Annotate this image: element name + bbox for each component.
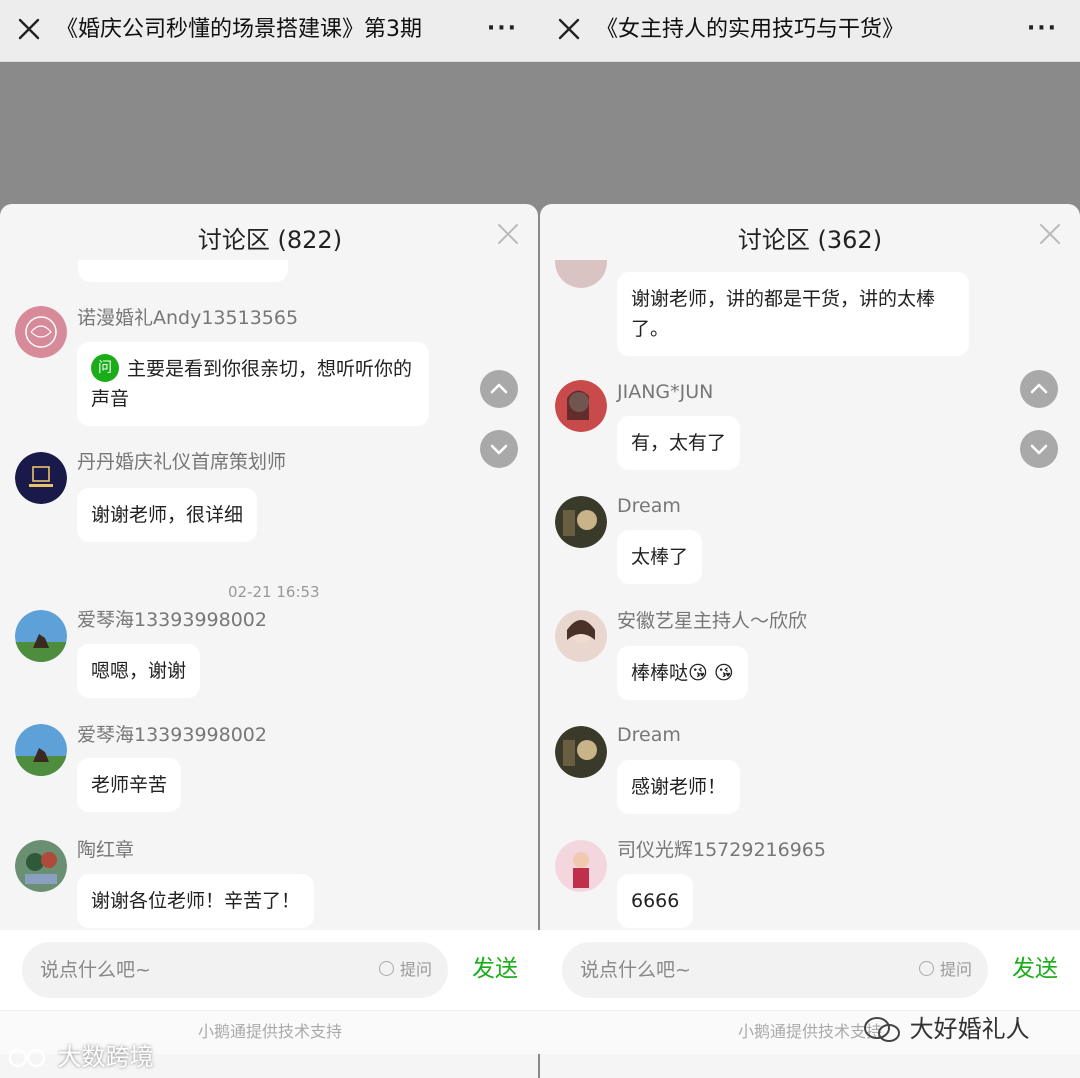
message-bubble: 谢谢老师，讲的都是干货，讲的太棒了。 bbox=[617, 272, 969, 356]
left-panel: 《婚庆公司秒懂的场景搭建课》第3期 ··· 讨论区 (822) 诺漫婚礼Andy… bbox=[0, 0, 540, 1078]
ask-label: 提问 bbox=[939, 960, 972, 979]
message-text: 主要是看到你很亲切，想听听你的声音 bbox=[91, 358, 413, 410]
message-bubble: 有，太有了 bbox=[617, 416, 741, 470]
input-placeholder: 说点什么吧~ bbox=[40, 959, 151, 981]
right-panel: 《女主持人的实用技巧与干货》 ··· 讨论区 (362) 谢谢老师，讲的都是干货… bbox=[540, 0, 1080, 1078]
message-text: 老师辛苦 bbox=[91, 774, 168, 796]
avatar[interactable] bbox=[15, 840, 67, 892]
scroll-down-button[interactable] bbox=[1020, 430, 1058, 468]
message-text: 感谢老师！ bbox=[631, 776, 727, 798]
message-text: 嗯嗯，谢谢 bbox=[91, 660, 187, 682]
message-list: 谢谢老师，讲的都是干货，讲的太棒了。 JIANG*JUN 有，太有了 Dream… bbox=[540, 260, 1080, 930]
avatar[interactable] bbox=[15, 724, 67, 776]
avatar[interactable] bbox=[555, 726, 607, 778]
more-options-icon[interactable]: ··· bbox=[1027, 18, 1058, 40]
scroll-up-button[interactable] bbox=[1020, 370, 1058, 408]
message-bubble: 6666 bbox=[617, 874, 694, 928]
watermark-bottom-right: 大好婚礼人 bbox=[862, 1014, 1030, 1045]
message-text: 棒棒哒😘 😘 bbox=[631, 662, 734, 684]
close-icon[interactable] bbox=[14, 14, 44, 44]
avatar[interactable] bbox=[555, 380, 607, 432]
ask-toggle[interactable]: 提问 bbox=[378, 958, 432, 982]
username: 安徽艺星主持人～欣欣 bbox=[617, 610, 808, 632]
message-list: 诺漫婚礼Andy13513565 问主要是看到你很亲切，想听听你的声音 丹丹婚庆… bbox=[0, 260, 540, 930]
username: JIANG*JUN bbox=[617, 381, 714, 403]
avatar[interactable] bbox=[15, 306, 67, 358]
input-placeholder: 说点什么吧~ bbox=[580, 959, 691, 981]
username: 诺漫婚礼Andy13513565 bbox=[77, 307, 299, 329]
chevron-up-icon bbox=[1030, 383, 1048, 394]
message-text: 6666 bbox=[631, 890, 680, 912]
brand-logo-icon bbox=[8, 1048, 46, 1068]
video-area bbox=[0, 62, 540, 212]
avatar[interactable] bbox=[15, 610, 67, 662]
username: Dream bbox=[617, 495, 681, 517]
message-bubble: 谢谢老师，很详细 bbox=[77, 488, 258, 542]
chevron-up-icon bbox=[490, 383, 508, 394]
message-bubble: 感谢老师！ bbox=[617, 760, 741, 814]
sheet-close-icon[interactable] bbox=[496, 222, 520, 246]
ask-label: 提问 bbox=[399, 960, 432, 979]
username: 爱琴海13393998002 bbox=[77, 609, 267, 631]
wechat-icon bbox=[864, 1017, 900, 1042]
ask-toggle[interactable]: 提问 bbox=[918, 958, 972, 982]
tech-support-text: 小鹅通提供技术支持 bbox=[197, 1022, 342, 1041]
send-button[interactable]: 发送 bbox=[1012, 952, 1058, 986]
username: 爱琴海13393998002 bbox=[77, 724, 267, 746]
comment-input[interactable]: 说点什么吧~ 提问 bbox=[22, 942, 448, 998]
avatar[interactable] bbox=[555, 260, 607, 288]
scroll-up-button[interactable] bbox=[480, 370, 518, 408]
discussion-sheet: 讨论区 (822) 诺漫婚礼Andy13513565 问主要是看到你很亲切，想听… bbox=[0, 204, 540, 1078]
message-text: 有，太有了 bbox=[631, 432, 727, 454]
page-title: 《女主持人的实用技巧与干货》 bbox=[596, 17, 905, 42]
comment-input[interactable]: 说点什么吧~ 提问 bbox=[562, 942, 988, 998]
top-bar: 《女主持人的实用技巧与干货》 ··· bbox=[540, 0, 1080, 62]
username: Dream bbox=[617, 724, 681, 746]
message-bubble: 棒棒哒😘 😘 bbox=[617, 646, 748, 700]
message-bubble: 谢谢各位老师！辛苦了！ bbox=[77, 874, 315, 928]
video-area bbox=[540, 62, 1080, 212]
send-button[interactable]: 发送 bbox=[472, 952, 518, 986]
timestamp: 02-21 16:53 bbox=[228, 583, 320, 601]
radio-icon bbox=[378, 961, 394, 976]
question-tag: 问 bbox=[91, 353, 119, 382]
radio-icon bbox=[918, 961, 934, 976]
avatar[interactable] bbox=[555, 496, 607, 548]
close-icon[interactable] bbox=[554, 14, 584, 44]
page-title: 《婚庆公司秒懂的场景搭建课》第3期 bbox=[56, 17, 422, 42]
more-options-icon[interactable]: ··· bbox=[487, 18, 518, 40]
avatar[interactable] bbox=[15, 452, 67, 504]
discussion-title: 讨论区 (822) bbox=[197, 226, 343, 254]
message-text: 太棒了 bbox=[631, 546, 689, 568]
message-text: 谢谢各位老师！辛苦了！ bbox=[91, 890, 301, 912]
discussion-sheet: 讨论区 (362) 谢谢老师，讲的都是干货，讲的太棒了。 JIANG*JUN 有… bbox=[540, 204, 1080, 1078]
username: 司仪光辉15729216965 bbox=[617, 839, 826, 861]
watermark-text: 大数跨境 bbox=[57, 1043, 154, 1071]
chevron-down-icon bbox=[1030, 444, 1048, 455]
discussion-title: 讨论区 (362) bbox=[737, 226, 883, 254]
sheet-close-icon[interactable] bbox=[1038, 222, 1062, 246]
avatar[interactable] bbox=[555, 840, 607, 892]
message-bubble: 太棒了 bbox=[617, 530, 703, 584]
message-bubble: 问主要是看到你很亲切，想听听你的声音 bbox=[77, 342, 429, 426]
watermark-bottom-left: 大数跨境 bbox=[8, 1042, 154, 1072]
message-text: 谢谢老师，很详细 bbox=[91, 504, 244, 526]
message-text: 谢谢老师，讲的都是干货，讲的太棒了。 bbox=[631, 288, 936, 340]
message-bubble: 嗯嗯，谢谢 bbox=[77, 644, 201, 698]
input-bar: 说点什么吧~ 提问 发送 bbox=[540, 930, 1080, 1010]
message-bubble: 老师辛苦 bbox=[77, 758, 182, 812]
chevron-down-icon bbox=[490, 444, 508, 455]
username: 丹丹婚庆礼仪首席策划师 bbox=[77, 451, 287, 473]
message-bubble-partial bbox=[78, 260, 288, 282]
username: 陶红章 bbox=[77, 839, 135, 861]
top-bar: 《婚庆公司秒懂的场景搭建课》第3期 ··· bbox=[0, 0, 540, 62]
avatar[interactable] bbox=[555, 610, 607, 662]
scroll-down-button[interactable] bbox=[480, 430, 518, 468]
watermark-text: 大好婚礼人 bbox=[909, 1015, 1030, 1043]
input-bar: 说点什么吧~ 提问 发送 bbox=[0, 930, 540, 1010]
